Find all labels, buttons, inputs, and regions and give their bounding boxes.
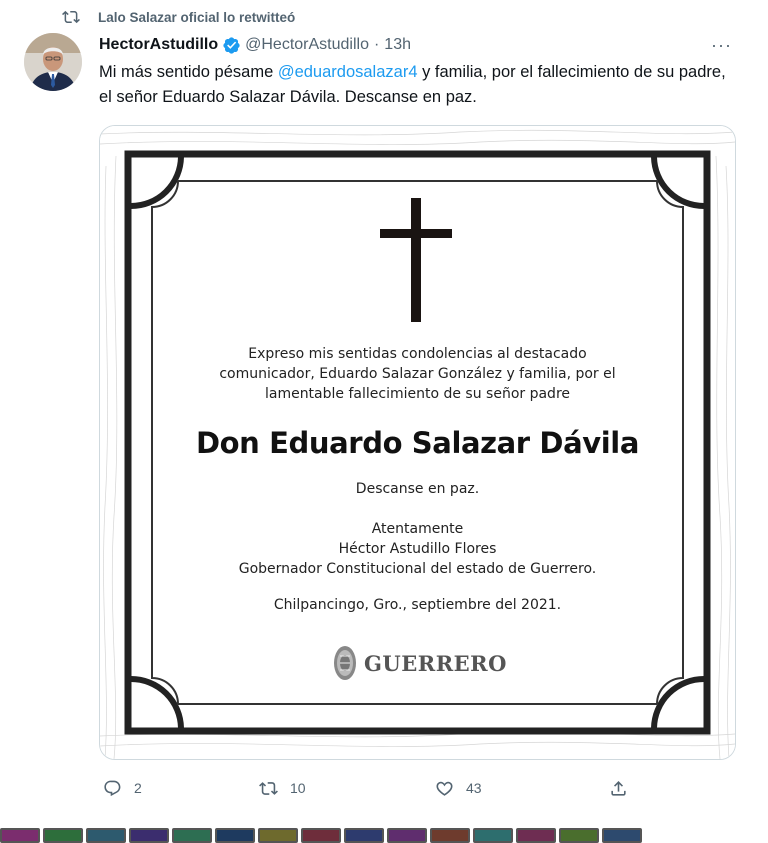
color-swatch[interactable] xyxy=(258,828,298,843)
color-swatch[interactable] xyxy=(344,828,384,843)
place-date: Chilpancingo, Gro., septiembre del 2021. xyxy=(273,597,562,613)
mention-link[interactable]: @eduardosalazar4 xyxy=(278,63,418,81)
condolence-line: comunicador, Eduardo Salazar González y … xyxy=(219,366,616,382)
signature-line: Héctor Astudillo Flores xyxy=(338,541,497,557)
signature-block: Atentamente Héctor Astudillo Flores Gobe… xyxy=(100,519,735,579)
tweet-timestamp[interactable]: 13h xyxy=(384,36,411,54)
logo-text: GUERRERO xyxy=(364,650,507,676)
deceased-name: Don Eduardo Salazar Dávila xyxy=(195,426,639,460)
retweet-count: 10 xyxy=(290,780,306,796)
avatar-portrait xyxy=(24,33,82,91)
condolence-message: Expreso mis sentidas condolencias al des… xyxy=(100,344,735,404)
state-seal-icon xyxy=(334,646,356,680)
tweet-actions: 2 10 43 xyxy=(99,775,659,801)
more-options-icon[interactable]: ··· xyxy=(707,36,736,54)
signature-line: Atentamente xyxy=(371,521,464,537)
color-swatch[interactable] xyxy=(387,828,427,843)
retweet-context: Lalo Salazar oficial lo retwitteó xyxy=(62,7,295,27)
reply-icon xyxy=(104,780,121,796)
retweet-label[interactable]: Lalo Salazar oficial lo retwitteó xyxy=(98,10,295,25)
retweet-icon xyxy=(259,781,278,795)
tweet-article[interactable]: Lalo Salazar oficial lo retwitteó Hector… xyxy=(0,0,768,812)
color-swatch[interactable] xyxy=(0,828,40,843)
color-swatch[interactable] xyxy=(301,828,341,843)
reply-button[interactable]: 2 xyxy=(103,779,142,798)
verified-badge-icon xyxy=(223,36,240,54)
avatar[interactable] xyxy=(24,33,82,91)
separator-dot: · xyxy=(373,36,380,53)
reply-count: 2 xyxy=(134,780,142,796)
color-swatch[interactable] xyxy=(430,828,470,843)
color-swatch[interactable] xyxy=(172,828,212,843)
color-swatch[interactable] xyxy=(473,828,513,843)
color-swatch[interactable] xyxy=(215,828,255,843)
tweet-image[interactable]: Expreso mis sentidas condolencias al des… xyxy=(99,125,736,760)
condolence-line: Expreso mis sentidas condolencias al des… xyxy=(248,346,587,362)
signature-line: Gobernador Constitucional del estado de … xyxy=(238,561,597,577)
tweet-text: Mi más sentido pésame @eduardosalazar4 y… xyxy=(99,60,739,110)
condolence-line: lamentable fallecimiento de su señor pad… xyxy=(264,386,571,402)
author-handle[interactable]: @HectorAstudillo xyxy=(245,36,369,54)
share-icon xyxy=(611,780,626,796)
color-swatch[interactable] xyxy=(516,828,556,843)
tweet-text-start: Mi más sentido pésame xyxy=(99,63,278,81)
rest-in-peace-text: Descanse en paz. xyxy=(355,481,480,497)
tweet-header: HectorAstudillo @HectorAstudillo · 13h ·… xyxy=(99,34,736,56)
color-swatch[interactable] xyxy=(43,828,83,843)
like-button[interactable]: 43 xyxy=(435,779,482,798)
retweet-button[interactable]: 10 xyxy=(259,779,306,798)
color-swatch[interactable] xyxy=(602,828,642,843)
color-swatch[interactable] xyxy=(559,828,599,843)
share-button[interactable] xyxy=(609,779,628,798)
heart-icon xyxy=(436,781,453,796)
color-swatch[interactable] xyxy=(129,828,169,843)
guerrero-logo: GUERRERO xyxy=(332,644,507,682)
color-palette-strip xyxy=(0,828,768,843)
color-swatch[interactable] xyxy=(86,828,126,843)
retweet-icon xyxy=(62,10,80,24)
like-count: 43 xyxy=(466,780,482,796)
author-display-name[interactable]: HectorAstudillo xyxy=(99,36,218,54)
